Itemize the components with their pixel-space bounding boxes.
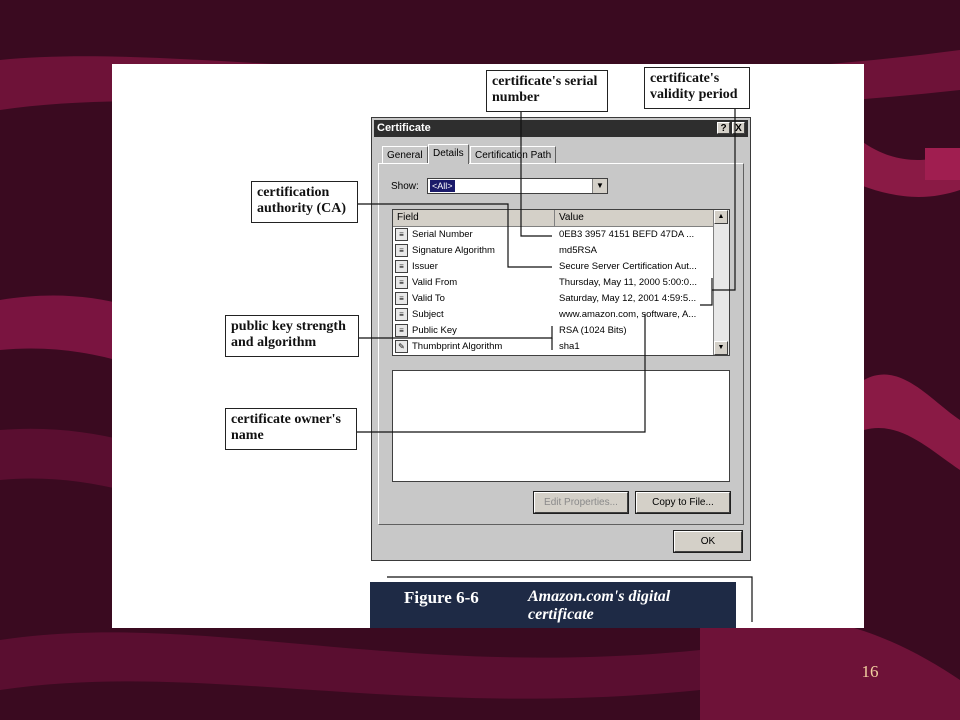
column-field[interactable]: Field xyxy=(393,210,555,226)
row-value: www.amazon.com, software, A... xyxy=(559,309,697,320)
scroll-down-icon[interactable]: ▼ xyxy=(714,341,728,355)
field-icon: ≡ xyxy=(395,292,408,305)
row-field: Serial Number xyxy=(412,229,473,240)
table-row[interactable]: ✎ Thumbprint Algorithm sha1 xyxy=(393,339,715,355)
figure-label: Figure 6-6 xyxy=(404,588,479,607)
field-icon: ≡ xyxy=(395,308,408,321)
row-field: Valid To xyxy=(412,293,445,304)
field-icon: ≡ xyxy=(395,276,408,289)
field-icon: ✎ xyxy=(395,340,408,353)
table-row[interactable]: ≡ Subject www.amazon.com, software, A... xyxy=(393,307,715,323)
table-row[interactable]: ≡ Signature Algorithm md5RSA xyxy=(393,243,715,259)
row-value: md5RSA xyxy=(559,245,598,256)
vertical-scrollbar[interactable]: ▲ ▼ xyxy=(713,210,729,355)
copy-to-file-button[interactable]: Copy to File... xyxy=(635,491,731,514)
tab-details[interactable]: Details xyxy=(428,144,469,164)
callout-validity-period: certificate's validity period xyxy=(644,67,750,109)
field-icon: ≡ xyxy=(395,228,408,241)
help-button[interactable]: ? xyxy=(717,122,730,134)
row-field: Subject xyxy=(412,309,444,320)
row-field: Public Key xyxy=(412,325,457,336)
close-button[interactable]: X xyxy=(732,122,745,134)
slide-number: 16 xyxy=(861,662,879,681)
table-row[interactable]: ≡ Serial Number 0EB3 3957 4151 BEFD 47DA… xyxy=(393,227,715,243)
figure-title: Amazon.com's digital certificate xyxy=(528,588,671,623)
ok-button[interactable]: OK xyxy=(673,530,743,553)
show-label: Show: xyxy=(391,181,419,192)
table-row[interactable]: ≡ Valid To Saturday, May 12, 2001 4:59:5… xyxy=(393,291,715,307)
row-field: Issuer xyxy=(412,261,438,272)
row-value: Saturday, May 12, 2001 4:59:5... xyxy=(559,293,697,304)
show-dropdown[interactable]: <All> ▼ xyxy=(427,178,608,194)
column-value[interactable]: Value xyxy=(555,210,715,226)
figure-caption: Figure 6-6 Amazon.com's digital certific… xyxy=(370,582,736,628)
table-row[interactable]: ≡ Public Key RSA (1024 Bits) xyxy=(393,323,715,339)
field-icon: ≡ xyxy=(395,244,408,257)
row-value: Secure Server Certification Aut... xyxy=(559,261,697,272)
row-value: Thursday, May 11, 2000 5:00:0... xyxy=(559,277,698,288)
field-icon: ≡ xyxy=(395,260,408,273)
scroll-up-icon[interactable]: ▲ xyxy=(714,210,728,224)
listview-header: Field Value xyxy=(393,210,715,227)
tab-certification-path[interactable]: Certification Path xyxy=(470,146,557,164)
row-field: Valid From xyxy=(412,277,458,288)
row-field: Thumbprint Algorithm xyxy=(412,341,503,352)
dialog-titlebar: Certificate ? X xyxy=(374,120,748,137)
row-value: sha1 xyxy=(559,341,580,352)
dialog-title: Certificate xyxy=(377,122,431,134)
fields-listview[interactable]: Field Value ≡ Serial Number 0EB3 3957 41… xyxy=(392,209,730,356)
callout-serial-number: certificate's serial number xyxy=(486,70,608,112)
show-dropdown-value: <All> xyxy=(430,180,455,192)
table-row[interactable]: ≡ Issuer Secure Server Certification Aut… xyxy=(393,259,715,275)
callout-certification-authority: certification authority (CA) xyxy=(251,181,358,223)
edit-properties-button[interactable]: Edit Properties... xyxy=(533,491,629,514)
row-value: 0EB3 3957 4151 BEFD 47DA ... xyxy=(559,229,695,240)
callout-owner-name: certificate owner's name xyxy=(225,408,357,450)
callout-public-key: public key strength and algorithm xyxy=(225,315,359,357)
chevron-down-icon[interactable]: ▼ xyxy=(592,179,607,193)
field-icon: ≡ xyxy=(395,324,408,337)
row-value: RSA (1024 Bits) xyxy=(559,325,627,336)
field-detail-box[interactable] xyxy=(392,370,730,482)
row-field: Signature Algorithm xyxy=(412,245,495,256)
table-row[interactable]: ≡ Valid From Thursday, May 11, 2000 5:00… xyxy=(393,275,715,291)
certificate-dialog: Certificate ? X General Details Certific… xyxy=(371,117,751,561)
tab-general[interactable]: General xyxy=(382,146,428,164)
